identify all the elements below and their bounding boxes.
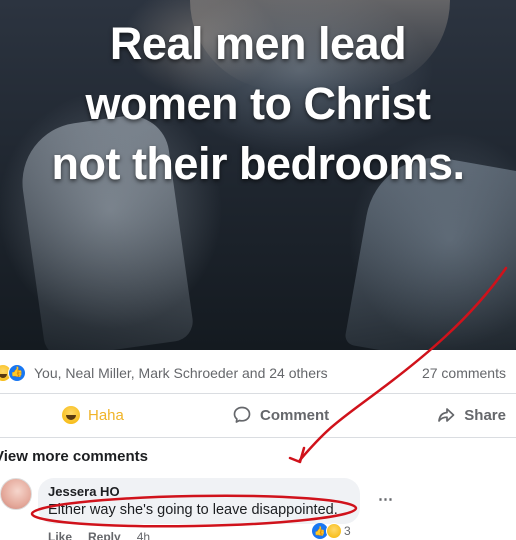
more-options-icon[interactable]: ⋯ xyxy=(378,490,393,508)
commenter-name[interactable]: Jessera HO xyxy=(48,484,120,499)
haha-label: Haha xyxy=(88,406,124,424)
share-icon xyxy=(438,408,455,422)
share-button[interactable]: Share xyxy=(436,400,506,430)
comment-label: Comment xyxy=(260,406,330,424)
image-caption-line: not their bedrooms. xyxy=(51,138,465,189)
reply-button[interactable]: Reply xyxy=(88,530,121,540)
comment-text: Either way she's going to leave disappoi… xyxy=(48,502,338,518)
image-caption: Real men lead women to Christ not their … xyxy=(0,14,516,194)
divider xyxy=(0,437,516,438)
reactor-names[interactable]: You, Neal Miller, Mark Schroeder and 24 … xyxy=(34,365,328,381)
comment-reactions[interactable]: 👍 3 xyxy=(312,522,351,540)
post-image[interactable]: Real men lead women to Christ not their … xyxy=(0,0,516,350)
action-bar: Haha Comment Share xyxy=(0,400,516,430)
comment-count[interactable]: 27 comments xyxy=(422,365,506,381)
comment-reaction-count: 3 xyxy=(344,524,351,538)
avatar[interactable] xyxy=(0,478,32,510)
haha-icon xyxy=(62,406,80,424)
reaction-icons[interactable]: 👍 xyxy=(0,364,30,382)
reactions-summary: 👍 You, Neal Miller, Mark Schroeder and 2… xyxy=(0,358,516,388)
comment-button[interactable]: Comment xyxy=(232,400,329,430)
haha-button[interactable]: Haha xyxy=(62,400,124,430)
like-comment-button[interactable]: Like xyxy=(48,530,72,540)
annotation-arrow-head xyxy=(288,446,306,464)
share-label: Share xyxy=(464,406,506,424)
view-more-comments-link[interactable]: View more comments xyxy=(0,448,148,465)
haha-icon xyxy=(326,523,342,539)
image-caption-line: women to Christ xyxy=(85,78,431,129)
comment-time: 4h xyxy=(136,530,151,540)
divider xyxy=(0,393,516,394)
like-icon: 👍 xyxy=(8,364,26,382)
comment-icon xyxy=(233,406,251,423)
comment-meta: Like Reply 4h xyxy=(48,530,150,540)
image-caption-line: Real men lead xyxy=(109,18,407,69)
